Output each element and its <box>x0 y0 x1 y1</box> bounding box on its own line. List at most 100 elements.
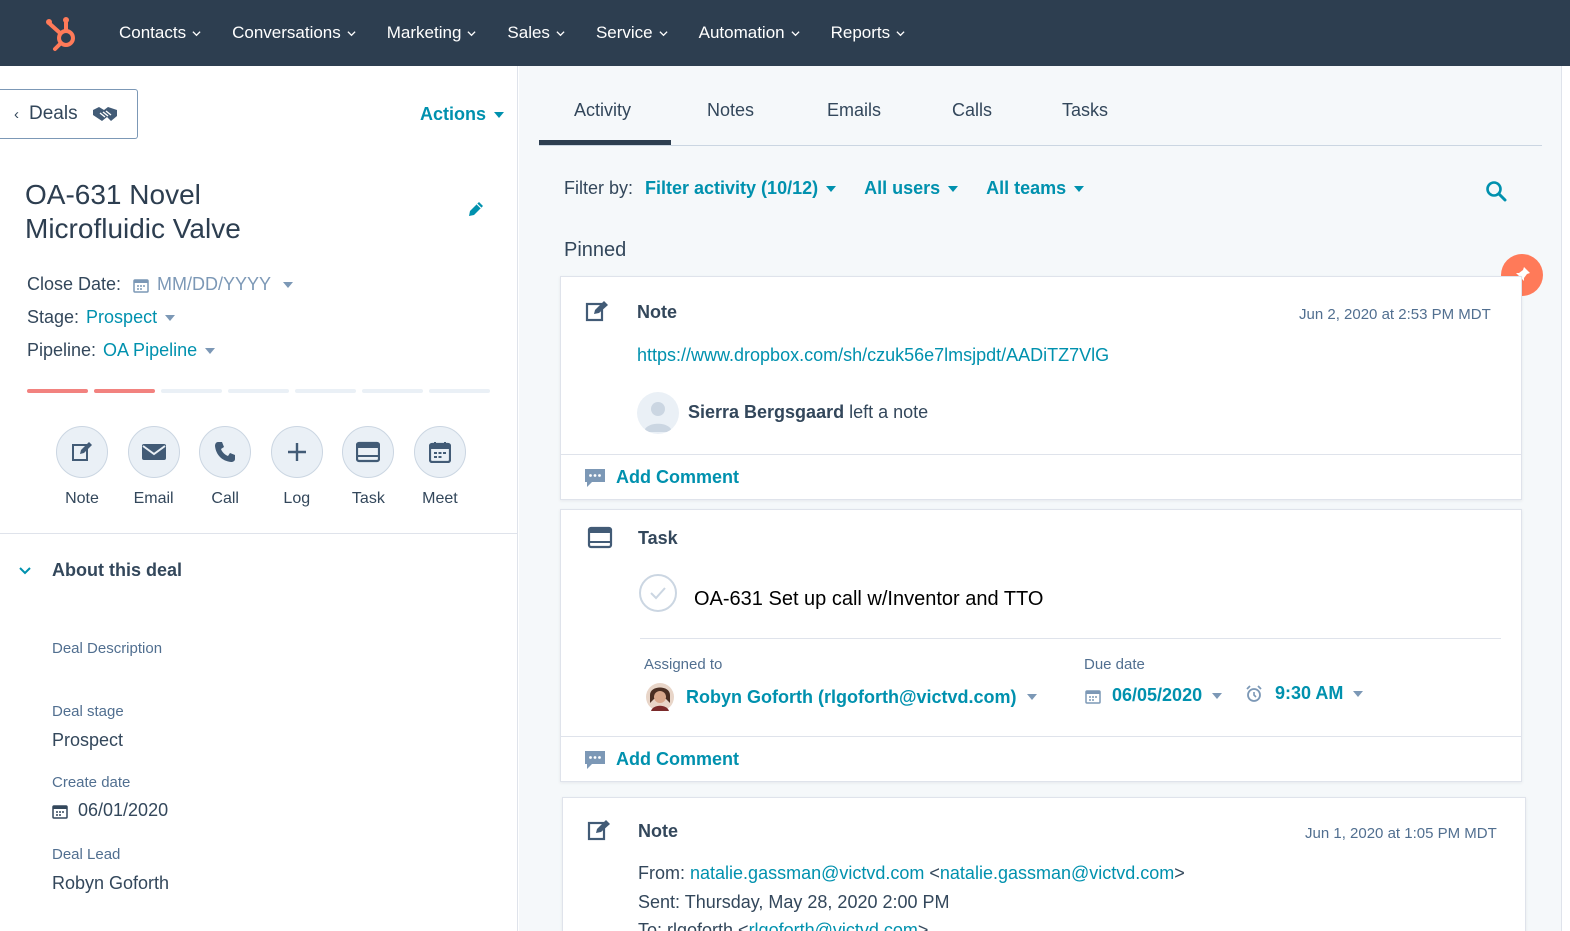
tab-emails[interactable]: Emails <box>827 100 881 121</box>
call-action-button[interactable] <box>199 426 252 478</box>
note-action-button[interactable] <box>56 426 108 478</box>
filter-teams-dropdown[interactable]: All teams <box>986 178 1085 199</box>
nav-marketing[interactable]: Marketing <box>387 23 477 43</box>
task-action-button[interactable] <box>342 426 395 478</box>
nav-label: Reports <box>830 23 891 42</box>
filter-users-dropdown[interactable]: All users <box>864 178 959 199</box>
from-email-link[interactable]: natalie.gassman@victvd.com <box>690 863 924 883</box>
task-card: Task OA-631 Set up call w/Inventor and T… <box>560 509 1522 782</box>
stage-label: Stage: <box>27 307 80 327</box>
to-email-link[interactable]: rlgoforth@victvd.com <box>749 920 918 931</box>
chevron-left-icon: ‹ <box>14 105 19 123</box>
nav-conversations[interactable]: Conversations <box>232 23 356 43</box>
tab-notes[interactable]: Notes <box>707 100 754 121</box>
comment-icon <box>585 750 605 769</box>
log-action[interactable]: Log <box>270 426 323 508</box>
note-action[interactable]: Note <box>56 426 108 508</box>
deal-title-line2: Microfluidic Valve <box>25 213 241 244</box>
add-comment-label: Add Comment <box>616 467 739 487</box>
task-action[interactable]: Task <box>342 426 395 508</box>
avatar <box>646 683 674 711</box>
about-deal-toggle[interactable]: About this deal <box>18 560 182 581</box>
deal-stage-value[interactable]: Prospect <box>52 730 123 751</box>
chevron-down-icon <box>791 30 800 36</box>
actions-dropdown[interactable]: Actions <box>420 104 505 125</box>
section-divider <box>0 533 518 534</box>
due-date-dropdown[interactable]: 06/05/2020 <box>1085 685 1223 706</box>
chevron-down-icon <box>659 30 668 36</box>
chevron-down-icon <box>347 30 356 36</box>
meet-action-button[interactable] <box>413 426 466 478</box>
chevron-down-icon <box>556 30 565 36</box>
email-to-line: To: rlgoforth <rlgoforth@victvd.com> <box>638 920 928 931</box>
from-email-link-2[interactable]: natalie.gassman@victvd.com <box>940 863 1174 883</box>
deal-stage-progress <box>27 389 496 393</box>
close-date-row: Close Date: MM/DD/YYYY <box>27 274 294 295</box>
activity-buttons: Note Email Call Log Task Meet <box>56 426 486 508</box>
assigned-to-dropdown[interactable]: Robyn Goforth (rlgoforth@victvd.com) <box>646 683 1037 711</box>
nav-automation[interactable]: Automation <box>699 23 800 43</box>
email-action[interactable]: Email <box>127 426 180 508</box>
email-sent-line: Sent: Thursday, May 28, 2020 2:00 PM <box>638 892 950 912</box>
calendar-icon <box>1085 689 1101 704</box>
task-complete-checkbox[interactable] <box>639 574 677 612</box>
email-action-button[interactable] <box>127 426 180 478</box>
activity-tabs: Activity Notes Emails Calls Tasks <box>539 66 1542 146</box>
note-link[interactable]: https://www.dropbox.com/sh/czuk56e7lmsjp… <box>637 345 1109 366</box>
meet-action[interactable]: Meet <box>413 426 466 508</box>
due-time-dropdown[interactable]: 9:30 AM <box>1245 683 1364 704</box>
back-label: Deals <box>29 103 78 124</box>
nav-sales[interactable]: Sales <box>507 23 565 43</box>
assigned-to-value: Robyn Goforth (rlgoforth@victvd.com) <box>686 686 1017 707</box>
stage-dropdown[interactable]: Prospect <box>86 307 176 328</box>
nav-contacts[interactable]: Contacts <box>119 23 201 43</box>
note-action-label: Note <box>65 490 99 507</box>
back-to-deals-button[interactable]: ‹ Deals <box>0 89 138 139</box>
nav-label: Service <box>595 23 653 42</box>
nav-reports[interactable]: Reports <box>831 23 906 43</box>
call-action[interactable]: Call <box>199 426 252 508</box>
search-icon[interactable] <box>1485 180 1507 202</box>
pinned-note-card: Note Jun 2, 2020 at 2:53 PM MDT https://… <box>560 276 1522 500</box>
pipeline-dropdown[interactable]: OA Pipeline <box>103 340 216 361</box>
pinned-heading: Pinned <box>564 239 627 261</box>
note-icon <box>585 301 608 322</box>
note-author[interactable]: Sierra Bergsgaard <box>688 402 844 422</box>
top-nav: Contacts Conversations Marketing Sales S… <box>0 0 1570 66</box>
pipeline-row: Pipeline: OA Pipeline <box>27 340 216 361</box>
close-date-input[interactable]: MM/DD/YYYY <box>127 274 294 295</box>
scroll-gutter[interactable] <box>1561 66 1570 931</box>
note-timestamp: Jun 1, 2020 at 1:05 PM MDT <box>1305 825 1497 842</box>
close-date-label: Close Date: <box>27 274 122 294</box>
call-action-label: Call <box>211 490 239 507</box>
progress-segment <box>295 389 356 393</box>
edit-pencil-icon[interactable] <box>466 199 486 219</box>
tab-activity[interactable]: Activity <box>574 100 631 121</box>
deal-lead-value[interactable]: Robyn Goforth <box>52 873 169 894</box>
checkmark-icon <box>650 587 666 600</box>
filter-activity-dropdown[interactable]: Filter activity (10/12) <box>645 178 837 199</box>
phone-icon <box>215 442 236 462</box>
filter-label: Filter by: <box>564 178 634 198</box>
add-comment-button[interactable]: Add Comment <box>561 736 1521 782</box>
handshake-icon <box>92 107 117 121</box>
caret-down-icon <box>165 314 176 321</box>
hubspot-logo-icon[interactable] <box>44 14 82 52</box>
log-action-button[interactable] <box>270 426 323 478</box>
create-date-field[interactable]: 06/01/2020 <box>52 800 168 821</box>
task-divider <box>640 638 1501 639</box>
task-action-label: Task <box>351 490 385 507</box>
chevron-down-icon <box>896 30 905 36</box>
email-from-line: From: natalie.gassman@victvd.com <natali… <box>638 863 1185 883</box>
nav-label: Automation <box>698 23 785 42</box>
caret-down-icon <box>948 185 959 192</box>
deal-lead-label: Deal Lead <box>52 846 121 863</box>
nav-service[interactable]: Service <box>596 23 668 43</box>
add-comment-button[interactable]: Add Comment <box>561 454 1521 500</box>
tab-tasks[interactable]: Tasks <box>1062 100 1108 121</box>
caret-down-icon <box>205 347 216 354</box>
task-title[interactable]: OA-631 Set up call w/Inventor and TTO <box>694 588 1043 611</box>
calendar-icon <box>52 804 68 819</box>
tab-calls[interactable]: Calls <box>952 100 992 121</box>
add-comment-label: Add Comment <box>616 749 739 769</box>
